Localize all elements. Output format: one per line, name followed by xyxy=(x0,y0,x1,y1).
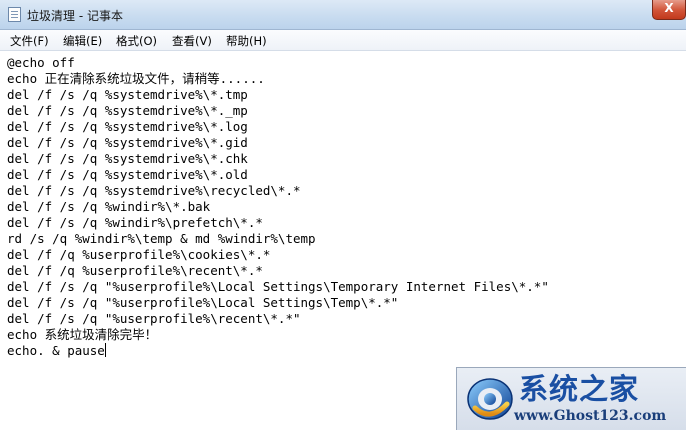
watermark-logo: 系统之家 www.Ghost123.com xyxy=(456,367,686,430)
watermark-url: www.Ghost123.com xyxy=(514,408,667,424)
title-bar[interactable]: 垃圾清理 - 记事本 X xyxy=(0,0,686,30)
code-line: rd /s /q %windir%\temp & md %windir%\tem… xyxy=(7,231,316,246)
code-line: del /f /s /q %systemdrive%\*.old xyxy=(7,167,248,182)
system-home-logo-icon xyxy=(467,378,513,420)
notepad-icon xyxy=(8,7,21,22)
code-line: del /f /s /q %systemdrive%\*._mp xyxy=(7,103,248,118)
menu-edit[interactable]: 编辑(E) xyxy=(61,33,104,49)
code-line: del /f /s /q %systemdrive%\*.tmp xyxy=(7,87,248,102)
window-title: 垃圾清理 - 记事本 xyxy=(27,9,123,23)
code-line-last: echo. & pause xyxy=(7,343,549,359)
editor-text[interactable]: @echo off echo 正在清除系统垃圾文件，请稍等...... del … xyxy=(7,55,549,359)
code-line: del /f /s /q "%userprofile%\Local Settin… xyxy=(7,279,549,294)
text-cursor xyxy=(104,343,106,357)
close-button[interactable]: X xyxy=(652,0,686,20)
code-line: del /f /s /q %systemdrive%\*.gid xyxy=(7,135,248,150)
menu-help[interactable]: 帮助(H) xyxy=(224,33,269,49)
menu-format[interactable]: 格式(O) xyxy=(114,33,159,49)
watermark-title: 系统之家 xyxy=(519,372,640,406)
menu-view[interactable]: 查看(V) xyxy=(170,33,214,49)
last-line-text: echo. & pause xyxy=(7,343,105,358)
notepad-window: 垃圾清理 - 记事本 X 文件(F) 编辑(E) 格式(O) 查看(V) 帮助(… xyxy=(0,0,686,430)
code-line: del /f /q %userprofile%\cookies\*.* xyxy=(7,247,271,262)
code-line: del /f /q %userprofile%\recent\*.* xyxy=(7,263,263,278)
code-line: del /f /s /q "%userprofile%\recent\*.*" xyxy=(7,311,301,326)
code-line: del /f /s /q %systemdrive%\recycled\*.* xyxy=(7,183,301,198)
code-line: del /f /s /q %systemdrive%\*.chk xyxy=(7,151,248,166)
code-line: @echo off xyxy=(7,55,75,70)
code-line: del /f /s /q %windir%\prefetch\*.* xyxy=(7,215,263,230)
code-line: echo 系统垃圾清除完毕！ xyxy=(7,327,158,342)
code-line: del /f /s /q %windir%\*.bak xyxy=(7,199,211,214)
code-line: echo 正在清除系统垃圾文件，请稍等...... xyxy=(7,71,265,86)
menu-bar: 文件(F) 编辑(E) 格式(O) 查看(V) 帮助(H) xyxy=(0,30,686,51)
menu-file[interactable]: 文件(F) xyxy=(8,33,51,49)
code-line: del /f /s /q %systemdrive%\*.log xyxy=(7,119,248,134)
code-line: del /f /s /q "%userprofile%\Local Settin… xyxy=(7,295,399,310)
